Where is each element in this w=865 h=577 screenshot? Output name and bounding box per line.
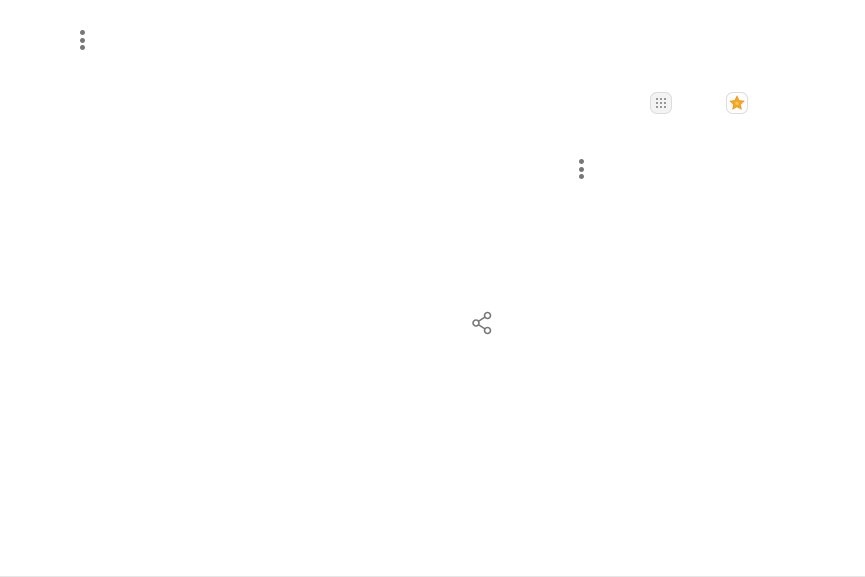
share-glyph xyxy=(472,311,492,335)
more-options-icon[interactable] xyxy=(77,29,87,51)
more-options-icon[interactable] xyxy=(576,158,586,180)
dot xyxy=(578,166,584,172)
apps-icon[interactable] xyxy=(650,92,672,114)
dot xyxy=(79,30,85,35)
dot xyxy=(79,45,85,50)
star-icon[interactable] xyxy=(726,92,748,114)
dot xyxy=(578,159,584,164)
apps-grid xyxy=(656,98,666,108)
dot xyxy=(79,37,85,43)
share-icon[interactable] xyxy=(471,311,493,335)
dot xyxy=(578,174,584,179)
star-glyph xyxy=(729,95,745,110)
